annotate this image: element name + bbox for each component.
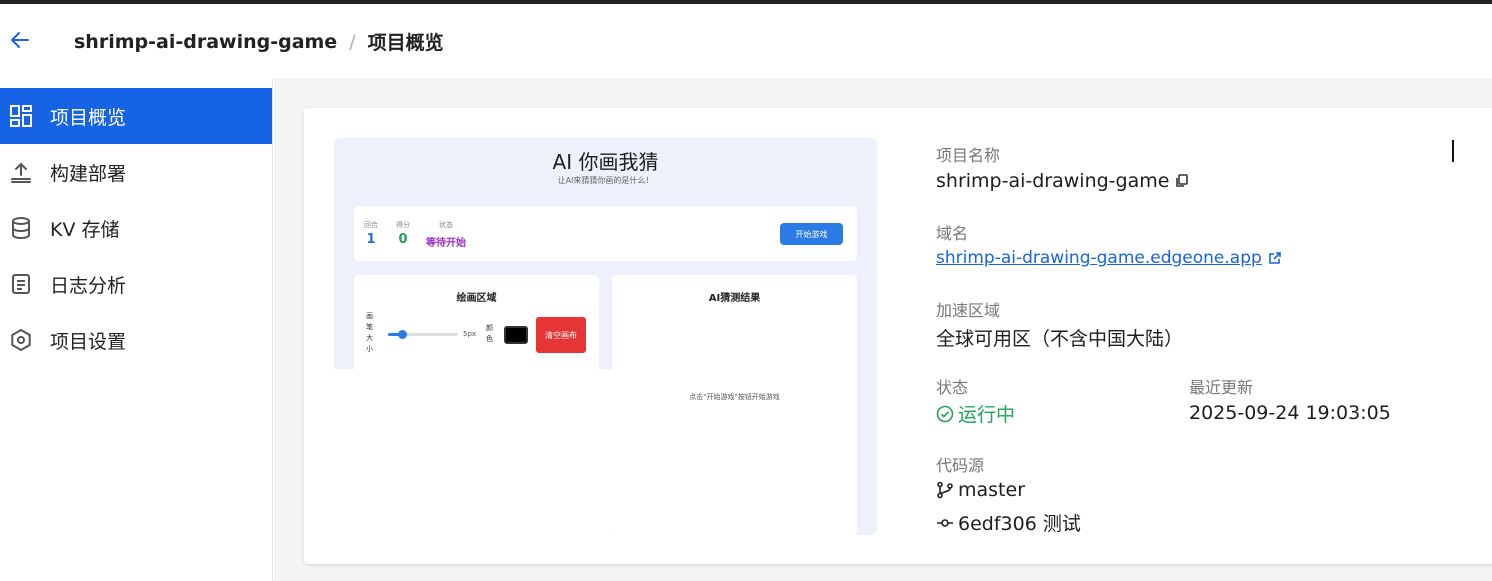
breadcrumb-project[interactable]: shrimp-ai-drawing-game (74, 31, 337, 53)
sidebar-item-log-analysis[interactable]: 日志分析 (0, 256, 272, 312)
project-name-value: shrimp-ai-drawing-game (936, 170, 1189, 192)
preview-stat-score: 得分 0 (396, 220, 410, 247)
git-branch-icon (936, 481, 954, 499)
status-text: 运行中 (958, 404, 1016, 426)
brush-size-slider (388, 330, 458, 339)
sidebar: 项目概览 构建部署 KV 存储 日志分析 项目设置 (0, 78, 273, 581)
git-commit-icon (936, 514, 954, 532)
back-arrow-icon[interactable] (8, 28, 32, 52)
stat-label: 回合 (364, 221, 378, 229)
sidebar-item-label: KV 存储 (50, 218, 120, 241)
sidebar-item-label: 日志分析 (50, 274, 127, 297)
commit-value: 6edf306 测试 (936, 509, 1081, 536)
preview-stat-status: 状态 等待开始 (426, 220, 466, 249)
sidebar-item-project-settings[interactable]: 项目设置 (0, 312, 272, 368)
preview-start-button: 开始游戏 (780, 223, 843, 245)
copy-icon[interactable] (1175, 174, 1189, 188)
preview-title: AI 你画我猜 (552, 150, 659, 174)
breadcrumb: shrimp-ai-drawing-game / 项目概览 (74, 28, 444, 55)
project-overview-card: AI 你画我猜 让AI来猜猜你画的是什么！ 回合 1 得分 0 状态 等待开始 … (304, 108, 1492, 564)
result-hint: 点击"开始游戏"按钮开始游戏 (689, 393, 780, 401)
stat-value: 1 (366, 232, 376, 247)
brush-size-label: 画笔大小 (366, 312, 373, 353)
project-name-text: shrimp-ai-drawing-game (936, 170, 1170, 192)
branch-value: master (936, 479, 1025, 501)
color-swatch (504, 326, 528, 344)
sidebar-item-build-deploy[interactable]: 构建部署 (0, 144, 272, 200)
sidebar-item-label: 项目概览 (50, 106, 127, 129)
stat-value: 等待开始 (426, 238, 466, 249)
commit-text: 6edf306 测试 (958, 513, 1081, 535)
result-panel-title: AI猜测结果 (708, 293, 761, 304)
settings-icon (8, 327, 34, 353)
domain-link[interactable]: shrimp-ai-drawing-game.edgeone.app (936, 248, 1262, 268)
preview-canvas-area (334, 369, 612, 535)
text-cursor (1452, 140, 1454, 162)
upload-icon (8, 159, 34, 185)
stat-label: 状态 (439, 221, 453, 229)
dashboard-icon (8, 103, 34, 129)
stat-value: 0 (398, 232, 408, 247)
project-name-label: 项目名称 (936, 146, 1001, 165)
region-label: 加速区域 (936, 301, 1001, 320)
region-value: 全球可用区（不含中国大陆） (936, 328, 1184, 350)
sidebar-item-kv-storage[interactable]: KV 存储 (0, 200, 272, 256)
check-circle-icon (936, 405, 954, 423)
clear-canvas-button: 清空画布 (536, 317, 586, 353)
draw-panel-title: 绘画区域 (456, 293, 497, 304)
preview-stats-bar: 回合 1 得分 0 状态 等待开始 开始游戏 (354, 206, 857, 261)
document-icon (8, 271, 34, 297)
sidebar-item-label: 构建部署 (50, 162, 127, 185)
main-content: AI 你画我猜 让AI来猜猜你画的是什么！ 回合 1 得分 0 状态 等待开始 … (274, 78, 1492, 581)
database-icon (8, 215, 34, 241)
page-header: shrimp-ai-drawing-game / 项目概览 (0, 4, 1492, 78)
sidebar-item-overview[interactable]: 项目概览 (0, 88, 272, 144)
branch-text: master (958, 479, 1026, 501)
domain-value: shrimp-ai-drawing-game.edgeone.app (936, 248, 1281, 268)
updated-value: 2025-09-24 19:03:05 (1189, 402, 1391, 424)
brush-size-value: 5px (463, 330, 477, 338)
domain-label: 域名 (936, 224, 969, 243)
preview-result-panel: AI猜测结果 点击"开始游戏"按钮开始游戏 (612, 275, 857, 535)
preview-draw-panel: 绘画区域 画笔大小 5px 颜色 清空画布 (354, 275, 599, 370)
breadcrumb-separator: / (349, 30, 356, 53)
updated-label: 最近更新 (1189, 378, 1254, 397)
stat-label: 得分 (396, 221, 410, 229)
color-label: 颜色 (486, 324, 493, 343)
site-preview-thumbnail[interactable]: AI 你画我猜 让AI来猜猜你画的是什么！ 回合 1 得分 0 状态 等待开始 … (334, 138, 877, 535)
status-label: 状态 (936, 378, 969, 397)
slider-knob (398, 330, 407, 339)
source-label: 代码源 (936, 456, 985, 475)
external-link-icon[interactable] (1268, 251, 1281, 265)
preview-stat-round: 回合 1 (364, 220, 378, 247)
preview-subtitle: 让AI来猜猜你画的是什么！ (557, 176, 654, 185)
status-value: 运行中 (936, 400, 1015, 427)
page-title: 项目概览 (367, 32, 444, 54)
sidebar-item-label: 项目设置 (50, 330, 127, 353)
